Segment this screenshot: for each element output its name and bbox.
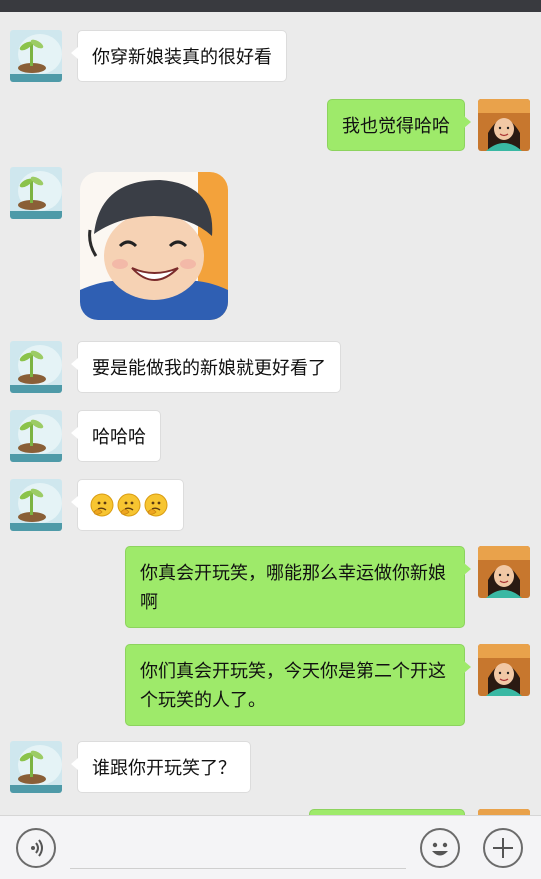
contact-avatar[interactable]: [10, 410, 62, 462]
smiling-baby-sticker[interactable]: [80, 172, 228, 320]
plus-icon: [493, 838, 513, 858]
message-text: 你穿新娘装真的很好看: [92, 47, 272, 68]
message-bubble[interactable]: 你们真会开玩笑，今天你是第二个开这个玩笑的人了。: [125, 644, 471, 726]
plus-button[interactable]: [483, 828, 523, 868]
emoji-button[interactable]: [420, 828, 460, 868]
contact-avatar[interactable]: [10, 30, 62, 82]
user-avatar[interactable]: [478, 644, 530, 696]
message-text: 你真会开玩笑，哪能那么幸运做你新娘啊: [140, 563, 446, 613]
message-bubble[interactable]: 谁跟你开玩笑了？: [71, 741, 251, 793]
message-bubble[interactable]: 要是能做我的新娘就更好看了: [71, 341, 341, 393]
message-bubble[interactable]: 你真会开玩笑，哪能那么幸运做你新娘啊: [125, 546, 471, 628]
message-bubble[interactable]: 哈哈哈: [71, 410, 161, 462]
contact-avatar[interactable]: [10, 341, 62, 393]
message-text: 哈哈哈: [92, 427, 146, 448]
message-bubble[interactable]: [71, 479, 184, 531]
input-underline: [70, 868, 406, 869]
voice-button[interactable]: [16, 828, 56, 868]
contact-avatar[interactable]: [10, 741, 62, 793]
message-text: 你们真会开玩笑，今天你是第二个开这个玩笑的人了。: [140, 661, 446, 711]
chat-message-list[interactable]: 你穿新娘装真的很好看 我也觉得哈哈 要是能做我的新娘就更好看了 哈哈哈 你真会开…: [0, 12, 541, 815]
emoji-icon: [432, 842, 448, 856]
contact-avatar[interactable]: [10, 479, 62, 531]
message-text: 我也觉得哈哈: [342, 116, 450, 137]
message-text: 要是能做我的新娘就更好看了: [92, 358, 326, 379]
input-toolbar: [0, 815, 541, 879]
thinking-face-icon: [144, 493, 168, 526]
voice-icon: [31, 839, 43, 857]
message-text: 谁跟你开玩笑了？: [92, 758, 236, 779]
thinking-face-icon: [90, 493, 114, 526]
message-bubble[interactable]: 我也觉得哈哈: [327, 99, 471, 151]
user-avatar[interactable]: [478, 546, 530, 598]
thinking-face-icon: [117, 493, 141, 526]
message-input[interactable]: [70, 826, 410, 868]
status-bar: [0, 0, 541, 12]
contact-avatar[interactable]: [10, 167, 62, 219]
user-avatar[interactable]: [478, 99, 530, 151]
message-bubble[interactable]: 你穿新娘装真的很好看: [71, 30, 287, 82]
